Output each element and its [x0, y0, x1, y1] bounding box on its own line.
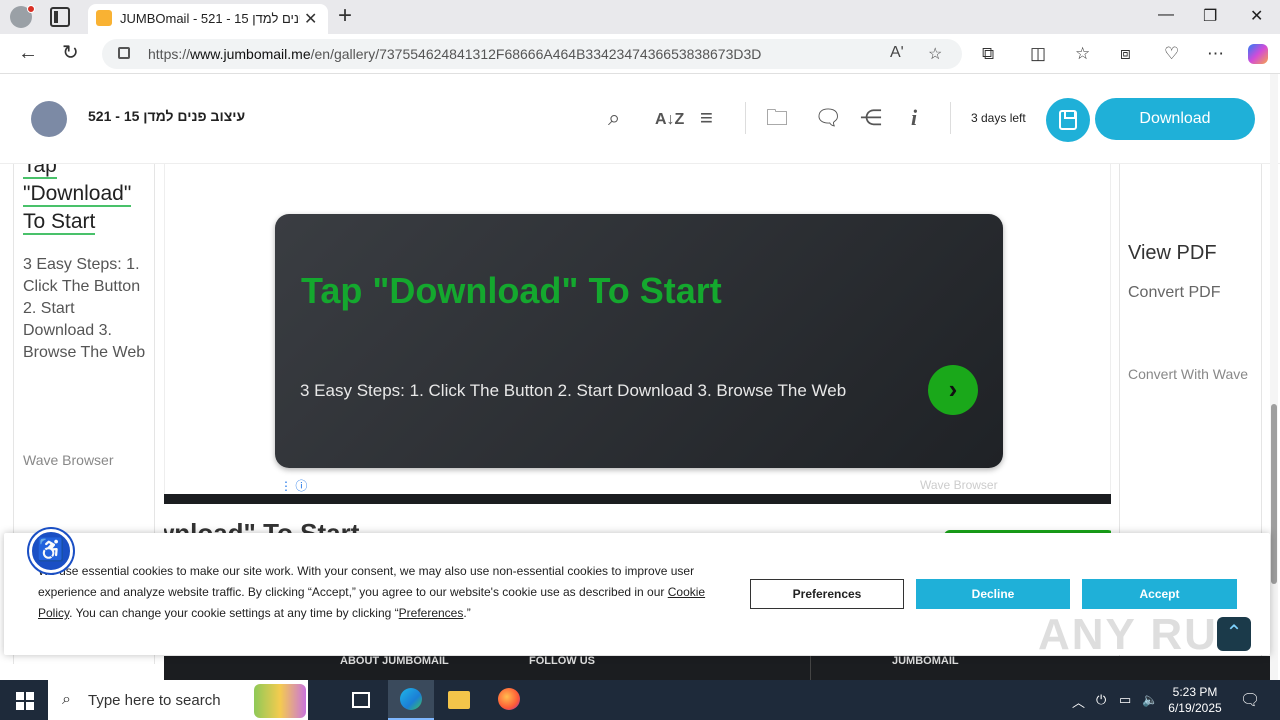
cookie-decline-button[interactable]: Decline — [916, 579, 1070, 609]
left-ad-steps: 3 Easy Steps: 1. Click The Button 2. Sta… — [23, 256, 146, 361]
ad-divider-bar — [164, 494, 1111, 504]
window-close-icon[interactable]: ✕ — [1250, 6, 1263, 26]
info-icon[interactable]: i — [911, 106, 917, 130]
search-icon: ⌕ — [62, 691, 71, 708]
new-tab-icon[interactable]: + — [338, 3, 352, 29]
volume-icon[interactable]: 🔈 — [1142, 692, 1158, 708]
document-title: עיצוב פנים למדן 15 - 521 — [88, 108, 246, 124]
cookie-preferences-button[interactable]: Preferences — [750, 579, 904, 609]
extensions-icon[interactable]: ⧉ — [982, 44, 994, 64]
main-ad-headline[interactable]: Tap "Download" To Start — [301, 270, 722, 312]
jumbomail-favicon-icon — [96, 10, 112, 26]
tab-title: JUMBOmail - 521 - 15 עיצוב פנים למדן — [120, 11, 300, 26]
windows-taskbar: ⌕ Type here to search ︿ ⏻ ▭ 🔈 5:23 PM 6/… — [0, 680, 1280, 720]
read-aloud-icon[interactable]: Aʹ — [890, 44, 904, 62]
expiry-notice: 3 days left — [971, 111, 1026, 125]
back-to-top-icon[interactable]: ⌃ — [1217, 617, 1251, 651]
clock-date: 6/19/2025 — [1168, 701, 1222, 715]
notifications-icon[interactable]: 🗨 — [1240, 690, 1260, 710]
footer-brand: JUMBOMAIL — [892, 655, 959, 667]
avatar[interactable] — [31, 101, 67, 137]
preferences-link[interactable]: Preferences — [399, 606, 464, 620]
chevron-right-icon[interactable]: › — [928, 365, 978, 415]
search-highlight-icon — [254, 684, 306, 718]
tray-chevron-icon[interactable]: ︿ — [1072, 692, 1085, 711]
minimize-icon[interactable]: — — [1158, 6, 1174, 24]
main-ad-brand[interactable]: Wave Browser — [920, 478, 998, 492]
more-menu-icon[interactable]: ⋯ — [1207, 44, 1224, 64]
collections-icon[interactable]: ⧈ — [1120, 44, 1131, 64]
split-screen-icon[interactable]: ◫ — [1030, 44, 1046, 64]
main-ad-subtext: 3 Easy Steps: 1. Click The Button 2. Sta… — [300, 381, 847, 400]
reload-icon[interactable]: ↻ — [62, 43, 79, 63]
page-scrollbar[interactable] — [1270, 74, 1278, 680]
cookie-accept-button[interactable]: Accept — [1082, 579, 1237, 609]
notification-dot-icon — [27, 5, 35, 13]
convert-pdf-label[interactable]: Convert PDF — [1128, 284, 1220, 302]
url-text: https://www.jumbomail.me/en/gallery/7375… — [148, 46, 762, 62]
address-toolbar: ← ↻ https://www.jumbomail.me/en/gallery/… — [0, 34, 1280, 74]
network-icon[interactable]: ▭ — [1119, 692, 1131, 708]
taskbar-search-placeholder: Type here to search — [88, 692, 221, 709]
save-button[interactable] — [1046, 98, 1090, 142]
viewer-header: עיצוב פנים למדן 15 - 521 ⌕ A↓Z ≡ 🗀 🗨 ⋲ i… — [0, 74, 1280, 164]
windows-start-icon[interactable] — [16, 692, 34, 710]
favorite-star-icon[interactable]: ☆ — [928, 44, 942, 64]
edge-taskbar-icon[interactable] — [388, 680, 434, 720]
view-pdf-label[interactable]: View PDF — [1128, 242, 1217, 265]
center-ad-region: Tap "Download" To Start 3 Easy Steps: 1.… — [164, 164, 1111, 504]
ad-choices-icon[interactable]: ⋮ ⓘ — [280, 477, 307, 494]
tab-actions-icon[interactable] — [50, 7, 70, 27]
search-icon[interactable]: ⌕ — [608, 106, 620, 130]
sort-az-icon[interactable]: A↓Z — [655, 108, 684, 132]
file-explorer-icon[interactable] — [436, 680, 482, 720]
task-view-icon[interactable] — [338, 680, 384, 720]
divider — [810, 656, 811, 680]
left-ad-headline[interactable]: Tap "Download" To Start — [23, 164, 153, 236]
back-arrow-icon[interactable]: ← — [18, 43, 38, 63]
browser-tab-bar: JUMBOmail - 521 - 15 עיצוב פנים למדן ✕ +… — [0, 0, 1280, 34]
maximize-icon[interactable]: ❐ — [1203, 6, 1217, 26]
taskbar-search[interactable]: ⌕ Type here to search — [48, 680, 308, 720]
convert-with-wave-link[interactable]: Convert With Wave — [1128, 366, 1248, 382]
main-ad-card[interactable]: Tap "Download" To Start 3 Easy Steps: 1.… — [275, 214, 1003, 468]
left-ad-brand[interactable]: Wave Browser — [23, 452, 114, 468]
save-icon — [1059, 110, 1077, 130]
comment-icon[interactable]: 🗨 — [814, 106, 842, 130]
download-button[interactable]: Download — [1095, 98, 1255, 140]
address-bar[interactable]: https://www.jumbomail.me/en/gallery/7375… — [102, 39, 962, 69]
favorites-icon[interactable]: ☆ — [1075, 44, 1090, 64]
taskbar-clock[interactable]: 5:23 PM 6/19/2025 — [1166, 684, 1224, 716]
cookie-message: We use essential cookies to make our sit… — [38, 564, 706, 620]
browser-tab[interactable]: JUMBOmail - 521 - 15 עיצוב פנים למדן ✕ — [88, 4, 328, 34]
tray-device-icon[interactable]: ⏻ — [1096, 692, 1106, 708]
footer-about-link[interactable]: ABOUT JUMBOMAIL — [340, 656, 449, 667]
firefox-icon[interactable] — [486, 680, 532, 720]
copilot-icon[interactable] — [1248, 44, 1268, 64]
share-icon[interactable]: ⋲ — [860, 106, 882, 130]
add-to-folder-icon[interactable]: 🗀 — [766, 106, 788, 130]
tab-close-icon[interactable]: ✕ — [304, 9, 317, 29]
footer-follow-label: FOLLOW US — [529, 655, 595, 667]
list-view-icon[interactable]: ≡ — [700, 106, 713, 130]
scrollbar-thumb[interactable] — [1271, 404, 1277, 584]
accessibility-icon[interactable]: ♿ — [29, 529, 73, 573]
browser-essentials-icon[interactable]: ♡ — [1164, 44, 1179, 64]
divider — [950, 102, 951, 134]
site-info-icon[interactable] — [118, 47, 130, 59]
clock-time: 5:23 PM — [1172, 685, 1218, 699]
divider — [745, 102, 746, 134]
